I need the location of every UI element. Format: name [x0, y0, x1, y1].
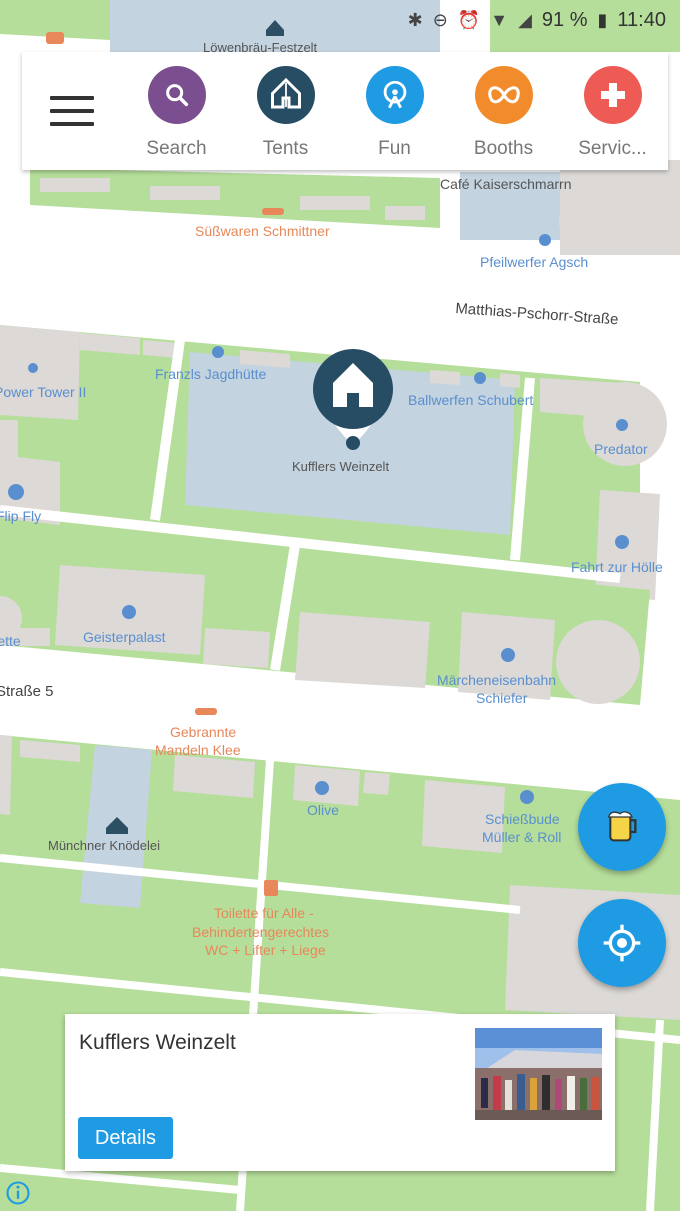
search-icon: [147, 66, 206, 124]
map-building: [0, 420, 18, 460]
place-title: Kufflers Weinzelt: [79, 1031, 236, 1054]
category-search[interactable]: Search: [122, 52, 231, 170]
map-building: [0, 735, 12, 815]
clock: 11:40: [617, 8, 666, 31]
street-label: Straße 5: [0, 683, 54, 700]
map-attribution-info-icon[interactable]: [4, 1179, 32, 1207]
place-info-card[interactable]: Kufflers Weinzelt Details: [65, 1014, 615, 1171]
bluetooth-icon: ✱: [407, 9, 423, 30]
map-pin-tent-icon: [313, 349, 393, 450]
pretzel-icon: [474, 66, 533, 124]
my-location-button[interactable]: [578, 899, 666, 987]
map-label: Predator: [594, 441, 648, 457]
place-thumbnail[interactable]: [475, 1028, 602, 1120]
alarm-icon: ⏰: [457, 9, 481, 30]
tent-icon: [256, 66, 315, 124]
map-label: Pfeilwerfer Agsch: [480, 254, 589, 270]
map-label: Märcheneisenbahn: [437, 672, 557, 688]
beer-filter-button[interactable]: [578, 783, 666, 871]
map-label: Schießbude: [485, 811, 560, 827]
map-building: [203, 628, 270, 668]
map-label: Gebrannte: [170, 724, 237, 740]
category-fun[interactable]: Fun: [340, 52, 449, 170]
map-label: Mandeln Klee: [155, 742, 241, 758]
menu-button[interactable]: [22, 52, 122, 170]
details-button[interactable]: Details: [78, 1117, 173, 1159]
signal-icon: ◢: [518, 9, 532, 30]
status-bar: ✱ ⊖ ⏰ ▼ ◢ 91 % ▮ 11:40: [0, 0, 680, 40]
map-label: Franzls Jagdhütte: [155, 366, 267, 382]
map-label: Kette: [0, 633, 21, 649]
map-building: [556, 620, 640, 704]
map-building: [173, 755, 255, 798]
category-label: Search: [146, 138, 207, 159]
map-building: [295, 612, 430, 688]
map-label: Flip Fly: [0, 508, 42, 524]
map-building: [500, 373, 520, 388]
map-building: [385, 206, 425, 220]
map-label: Café Kaiserschmarrn: [440, 176, 572, 192]
map-label: Ballwerfen Schubert: [408, 392, 534, 408]
map-label: Behindertengerechtes: [192, 924, 329, 940]
map-label: Toilette für Alle -: [214, 905, 314, 921]
do-not-disturb-icon: ⊖: [432, 9, 448, 30]
map-building: [430, 370, 460, 385]
beer-mug-icon: [607, 811, 637, 842]
category-toolbar: Search Tents Fun Booths Servic...: [22, 52, 668, 170]
category-tents[interactable]: Tents: [231, 52, 340, 170]
map-label: WC + Lifter + Liege: [205, 942, 326, 958]
map-building: [143, 340, 178, 358]
plus-icon: [583, 66, 642, 124]
crosshair-icon: [603, 924, 641, 962]
map-building: [150, 186, 220, 200]
map-building: [300, 196, 370, 210]
map-label: Süßwaren Schmittner: [195, 223, 330, 239]
category-label: Booths: [473, 138, 534, 159]
map-label: Münchner Knödelei: [48, 838, 161, 853]
map-building: [363, 772, 390, 795]
map-label: Geisterpalast: [83, 629, 166, 645]
map-green-area: [30, 168, 440, 228]
map-building: [0, 325, 80, 420]
map-label: Schiefer: [476, 690, 528, 706]
selected-tent-marker[interactable]: [309, 345, 397, 453]
map-label: Kufflers Weinzelt: [292, 459, 390, 474]
ferris-wheel-icon: [365, 66, 424, 124]
hamburger-icon: [50, 96, 94, 126]
map-building: [559, 198, 607, 246]
category-services[interactable]: Servic...: [558, 52, 667, 170]
wifi-icon: ▼: [490, 9, 509, 30]
category-label: Tents: [262, 138, 309, 159]
map-building: [40, 178, 110, 192]
category-booths[interactable]: Booths: [449, 52, 558, 170]
battery-percent: 91 %: [541, 8, 588, 31]
map-label: Olive: [307, 802, 339, 818]
category-label: Servic...: [578, 138, 647, 159]
map-label: Power Tower II: [0, 384, 87, 400]
map-label: Müller & Roll: [482, 829, 562, 845]
map-label: Fahrt zur Hölle: [571, 559, 663, 575]
category-label: Fun: [378, 138, 411, 159]
battery-icon: ▮: [597, 9, 608, 30]
